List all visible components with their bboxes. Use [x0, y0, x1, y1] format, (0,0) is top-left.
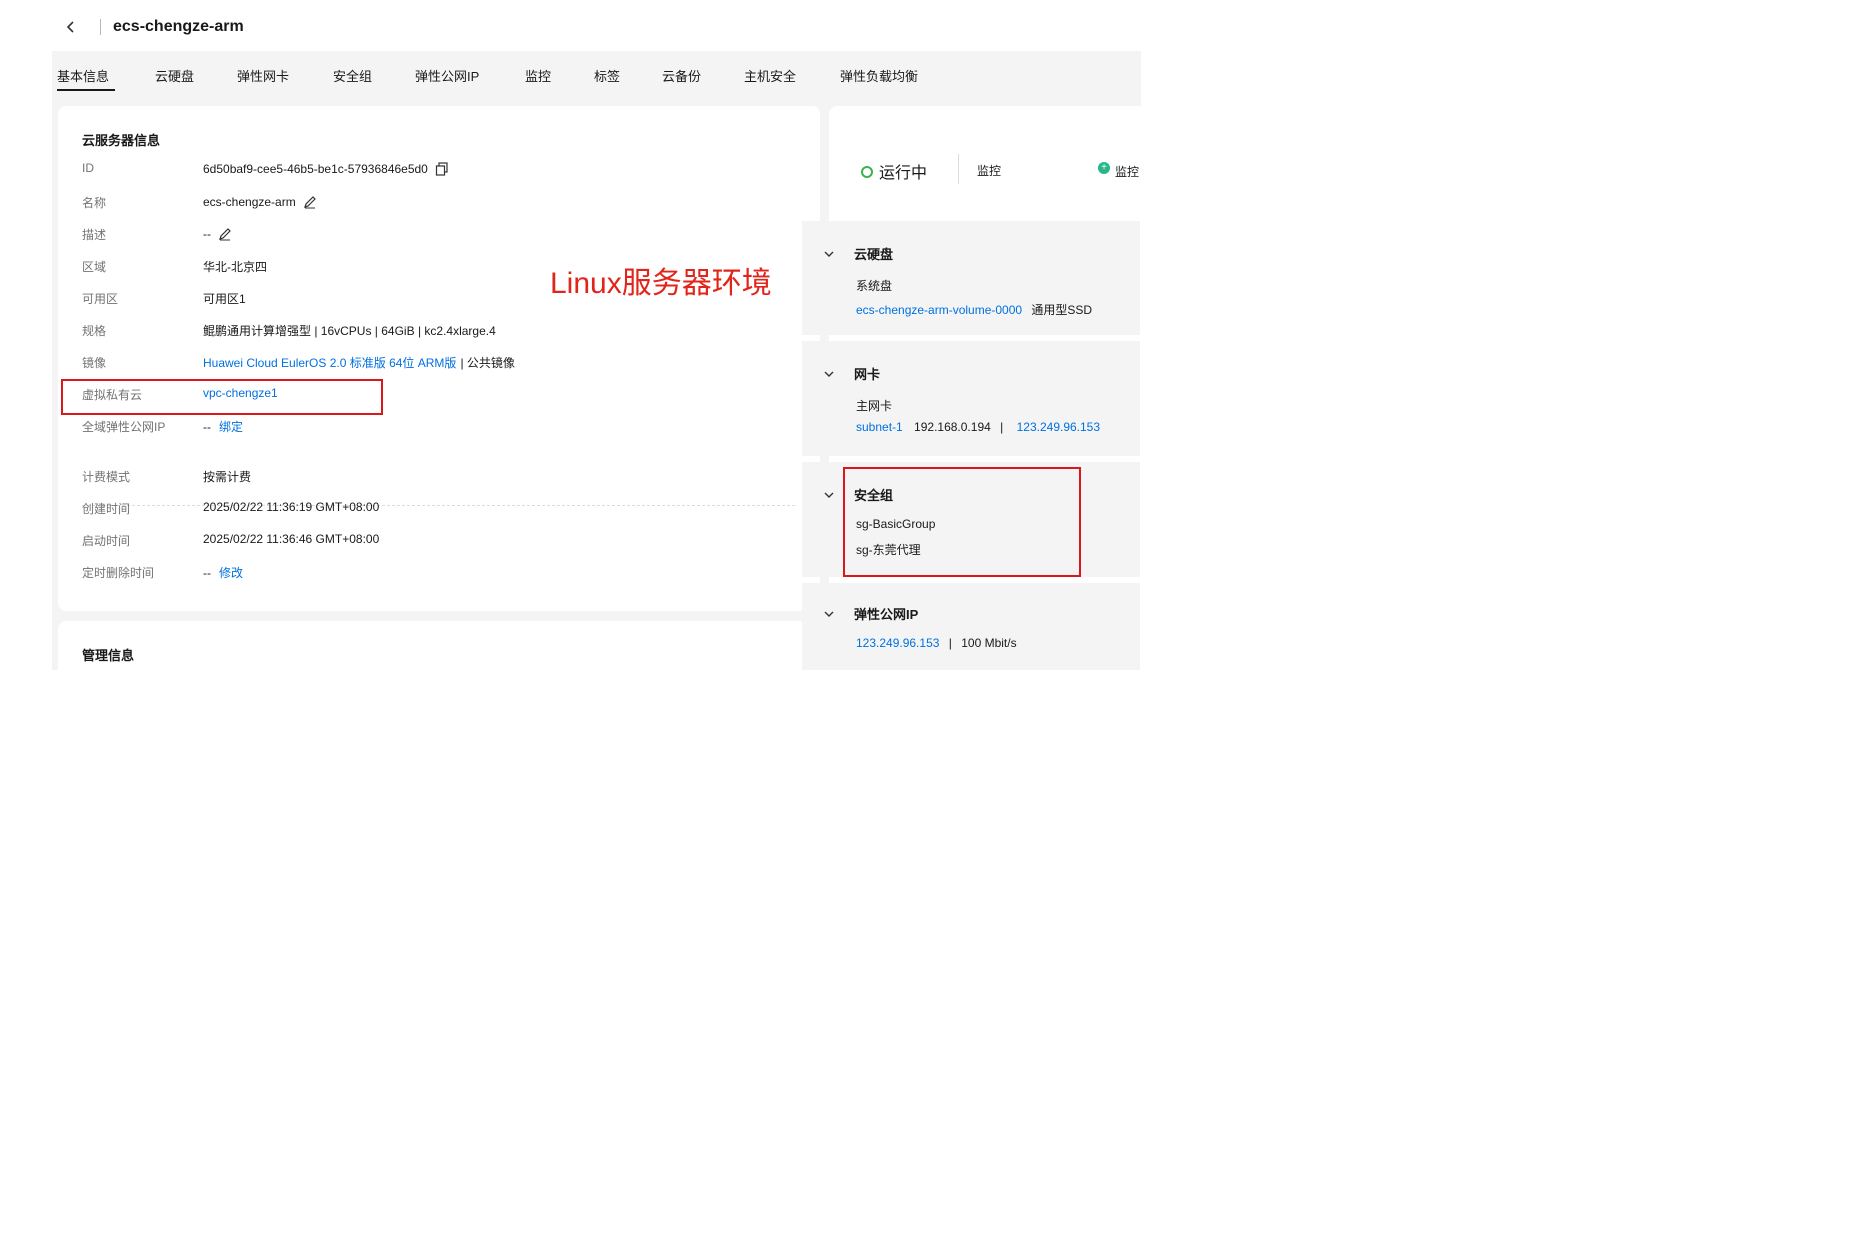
row-image: 镜像 Huawei Cloud EulerOS 2.0 标准版 64位 ARM版… [58, 354, 820, 372]
public-ip-link[interactable]: 123.249.96.153 [1017, 420, 1100, 434]
chevron-down-icon[interactable] [822, 607, 836, 621]
scheduled-delete-value: -- [203, 565, 211, 580]
row-scheduled-delete: 定时删除时间 -- 修改 [58, 564, 820, 582]
back-arrow-icon[interactable] [60, 16, 82, 38]
monitor-plus-icon[interactable]: + [1098, 162, 1110, 174]
management-info-card: 管理信息 [58, 621, 820, 670]
row-name: 名称 ecs-chengze-arm [58, 194, 820, 212]
field-label: 定时删除时间 [82, 566, 155, 580]
field-label: 启动时间 [82, 534, 131, 548]
tab-host-security[interactable]: 主机安全 [744, 66, 796, 85]
image-link[interactable]: Huawei Cloud EulerOS 2.0 标准版 64位 ARM版 [203, 354, 456, 371]
running-status: 运行中 [879, 165, 928, 182]
field-label: 镜像 [82, 356, 107, 370]
vpc-highlight-box [61, 379, 383, 415]
tab-elb[interactable]: 弹性负载均衡 [840, 66, 918, 85]
server-name: ecs-chengze-arm [203, 195, 296, 209]
chevron-down-icon[interactable] [822, 247, 836, 261]
row-global-eip: 全域弹性公网IP -- 绑定 [58, 418, 820, 436]
row-started: 启动时间 2025/02/22 11:36:46 GMT+08:00 [58, 532, 820, 550]
copy-icon[interactable] [434, 161, 450, 177]
disk-section: 云硬盘 系统盘 ecs-chengze-arm-volume-0000 通用型S… [802, 221, 1140, 335]
edit-pencil-icon[interactable] [217, 226, 233, 242]
section-title: 管理信息 [82, 648, 135, 663]
row-created: 创建时间 2025/02/22 11:36:19 GMT+08:00 [58, 500, 820, 518]
tab-basic-info[interactable]: 基本信息 [57, 66, 109, 85]
tab-security-group[interactable]: 安全组 [333, 66, 372, 85]
status-divider [958, 154, 959, 184]
eip-title: 弹性公网IP [854, 607, 919, 622]
page-header: ecs-chengze-arm [52, 10, 1142, 44]
field-label: 创建时间 [82, 502, 131, 516]
billing-value: 按需计费 [203, 470, 252, 484]
az-value: 可用区1 [203, 292, 246, 306]
monitor-link[interactable]: 监控 [977, 162, 1001, 179]
row-billing: 计费模式 按需计费 [58, 468, 820, 486]
running-status-icon [861, 166, 873, 178]
tab-bar: 基本信息 云硬盘 弹性网卡 安全组 弹性公网IP 监控 标签 云备份 主机安全 … [52, 51, 1141, 96]
separator: | [948, 636, 952, 650]
tab-evs-disk[interactable]: 云硬盘 [155, 66, 194, 85]
page-title: ecs-chengze-arm [113, 18, 244, 35]
private-ip: 192.168.0.194 [914, 420, 991, 434]
description-value: -- [203, 227, 211, 241]
tab-eip[interactable]: 弹性公网IP [415, 66, 479, 85]
nic-title: 网卡 [854, 367, 881, 382]
security-group-highlight-box [843, 467, 1081, 577]
field-label: 区域 [82, 260, 107, 274]
field-label: ID [82, 161, 94, 175]
monitor-link-2[interactable]: 监控 [1115, 163, 1139, 180]
field-label: 全域弹性公网IP [82, 420, 166, 434]
started-time: 2025/02/22 11:36:46 GMT+08:00 [203, 532, 380, 546]
field-label: 描述 [82, 228, 107, 242]
region-value: 华北-北京四 [203, 260, 267, 274]
global-eip-value: -- [203, 419, 211, 434]
annotation-label: Linux服务器环境 [550, 267, 772, 300]
chevron-down-icon[interactable] [822, 367, 836, 381]
tab-tags[interactable]: 标签 [594, 66, 620, 85]
server-info-card: 云服务器信息 ID 6d50baf9-cee5-46b5-be1c-579368… [58, 106, 820, 611]
bandwidth-value: 100 Mbit/s [961, 636, 1017, 650]
tab-cloud-backup[interactable]: 云备份 [662, 66, 701, 85]
row-flavor: 规格 鲲鹏通用计算增强型 | 16vCPUs | 64GiB | kc2.4xl… [58, 322, 820, 340]
tab-elastic-nic[interactable]: 弹性网卡 [237, 66, 289, 85]
volume-link[interactable]: ecs-chengze-arm-volume-0000 [856, 303, 1022, 317]
server-id: 6d50baf9-cee5-46b5-be1c-57936846e5d0 [203, 162, 428, 176]
section-title: 云服务器信息 [82, 133, 161, 148]
flavor-value: 鲲鹏通用计算增强型 | 16vCPUs | 64GiB | kc2.4xlarg… [203, 324, 496, 338]
row-description: 描述 -- [58, 226, 820, 244]
primary-nic-label: 主网卡 [856, 399, 893, 413]
chevron-down-icon[interactable] [822, 488, 836, 502]
disk-title: 云硬盘 [854, 247, 894, 262]
tab-monitoring[interactable]: 监控 [525, 66, 551, 85]
field-label: 名称 [82, 196, 107, 210]
volume-type: 通用型SSD [1031, 303, 1093, 317]
bind-eip-link[interactable]: 绑定 [219, 418, 243, 435]
header-divider [100, 19, 101, 35]
field-label: 规格 [82, 324, 107, 338]
subnet-link[interactable]: subnet-1 [856, 420, 903, 434]
field-label: 可用区 [82, 292, 119, 306]
modify-link[interactable]: 修改 [219, 564, 243, 581]
system-disk-label: 系统盘 [856, 279, 893, 293]
field-label: 计费模式 [82, 470, 131, 484]
image-type: | 公共镜像 [460, 356, 515, 370]
nic-section: 网卡 主网卡 subnet-1 192.168.0.194 | 123.249.… [802, 341, 1140, 456]
edit-pencil-icon[interactable] [302, 194, 318, 210]
eip-link[interactable]: 123.249.96.153 [856, 636, 939, 650]
eip-section: 弹性公网IP 123.249.96.153 | 100 Mbit/s [802, 583, 1140, 670]
separator: | [1000, 420, 1004, 434]
active-tab-indicator [57, 89, 115, 91]
created-time: 2025/02/22 11:36:19 GMT+08:00 [203, 500, 380, 514]
row-id: ID 6d50baf9-cee5-46b5-be1c-57936846e5d0 [58, 161, 820, 179]
